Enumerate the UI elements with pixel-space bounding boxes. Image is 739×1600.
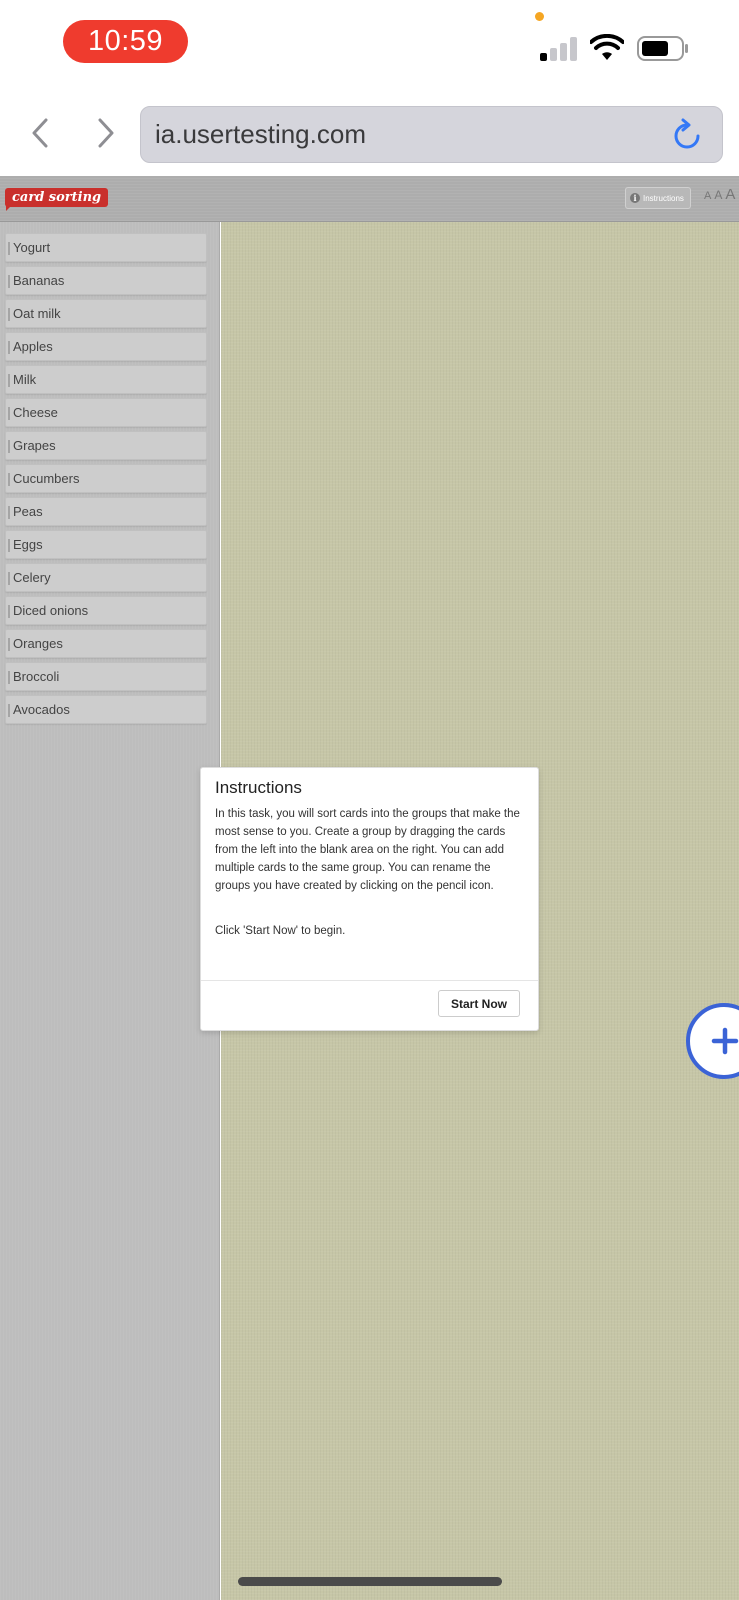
card-item[interactable]: Eggs (5, 530, 207, 559)
start-now-button[interactable]: Start Now (438, 990, 520, 1017)
card-label: Broccoli (13, 669, 60, 684)
card-label: Celery (13, 570, 51, 585)
card-item[interactable]: Peas (5, 497, 207, 526)
logo-tail (6, 206, 16, 211)
modal-body-text: In this task, you will sort cards into t… (215, 808, 520, 892)
info-icon: i (630, 193, 640, 203)
card-label: Avocados (13, 702, 70, 717)
status-time[interactable]: 10:59 (63, 20, 188, 63)
font-size-small[interactable]: A (704, 190, 711, 202)
reload-icon[interactable] (668, 117, 706, 155)
card-item[interactable]: Grapes (5, 431, 207, 460)
drag-handle (8, 242, 10, 255)
card-item[interactable]: Diced onions (5, 596, 207, 625)
drag-handle (8, 638, 10, 651)
modal-divider (201, 980, 538, 981)
drag-handle (8, 440, 10, 453)
card-label: Oat milk (13, 306, 61, 321)
drag-handle (8, 605, 10, 618)
card-list: Yogurt Bananas Oat milk Apples Milk Chee… (0, 222, 220, 1600)
add-group-button[interactable] (686, 1003, 739, 1079)
card-label: Oranges (13, 636, 63, 651)
modal-begin-text: Click 'Start Now' to begin. (215, 925, 346, 937)
card-label: Milk (13, 372, 37, 387)
add-group-button-wrap (686, 1003, 739, 1079)
app-header: card sorting i Instructions A A A (0, 176, 739, 222)
cellular-signal-icon (540, 36, 580, 61)
card-label: Eggs (13, 537, 43, 552)
forward-chevron-icon[interactable] (90, 114, 120, 152)
card-item[interactable]: Celery (5, 563, 207, 592)
font-size-medium[interactable]: A (714, 188, 722, 202)
drag-handle (8, 374, 10, 387)
card-item[interactable]: Cheese (5, 398, 207, 427)
card-sorting-logo: card sorting (5, 188, 109, 207)
drag-handle (8, 539, 10, 552)
card-item[interactable]: Bananas (5, 266, 207, 295)
card-label: Cheese (13, 405, 58, 420)
modal-title: Instructions (215, 778, 302, 797)
card-label: Cucumbers (13, 471, 80, 486)
drag-handle (8, 308, 10, 321)
card-label: Yogurt (13, 240, 51, 255)
card-item[interactable]: Avocados (5, 695, 207, 724)
card-label: Apples (13, 339, 53, 354)
drag-handle (8, 671, 10, 684)
drag-handle (8, 704, 10, 717)
instructions-button[interactable]: i Instructions (625, 187, 691, 209)
card-item[interactable]: Broccoli (5, 662, 207, 691)
drag-handle (8, 572, 10, 585)
drag-handle (8, 341, 10, 354)
drag-handle (8, 275, 10, 288)
back-chevron-icon[interactable] (26, 114, 56, 152)
card-item[interactable]: Milk (5, 365, 207, 394)
font-size-controls: A A A (704, 186, 735, 203)
status-bar: 10:59 (0, 0, 739, 92)
font-size-large[interactable]: A (725, 186, 735, 203)
browser-toolbar: ia.usertesting.com (0, 92, 739, 176)
drag-handle (8, 506, 10, 519)
url-text: ia.usertesting.com (155, 119, 366, 149)
battery-icon (637, 36, 688, 61)
address-bar[interactable]: ia.usertesting.com (140, 106, 723, 163)
instructions-modal: Instructions In this task, you will sort… (200, 767, 539, 1031)
wifi-icon (590, 34, 624, 60)
instructions-label: Instructions (643, 193, 684, 203)
card-item[interactable]: Cucumbers (5, 464, 207, 493)
card-label: Peas (13, 504, 43, 519)
drag-handle (8, 407, 10, 420)
card-item[interactable]: Oat milk (5, 299, 207, 328)
drag-handle (8, 473, 10, 486)
card-label: Bananas (13, 273, 65, 288)
card-item[interactable]: Yogurt (5, 233, 207, 262)
privacy-indicator-dot (535, 12, 544, 21)
card-label: Diced onions (13, 603, 89, 618)
plus-icon (711, 1027, 739, 1055)
card-item[interactable]: Oranges (5, 629, 207, 658)
card-item[interactable]: Apples (5, 332, 207, 361)
home-indicator (238, 1577, 502, 1586)
card-label: Grapes (13, 438, 56, 453)
